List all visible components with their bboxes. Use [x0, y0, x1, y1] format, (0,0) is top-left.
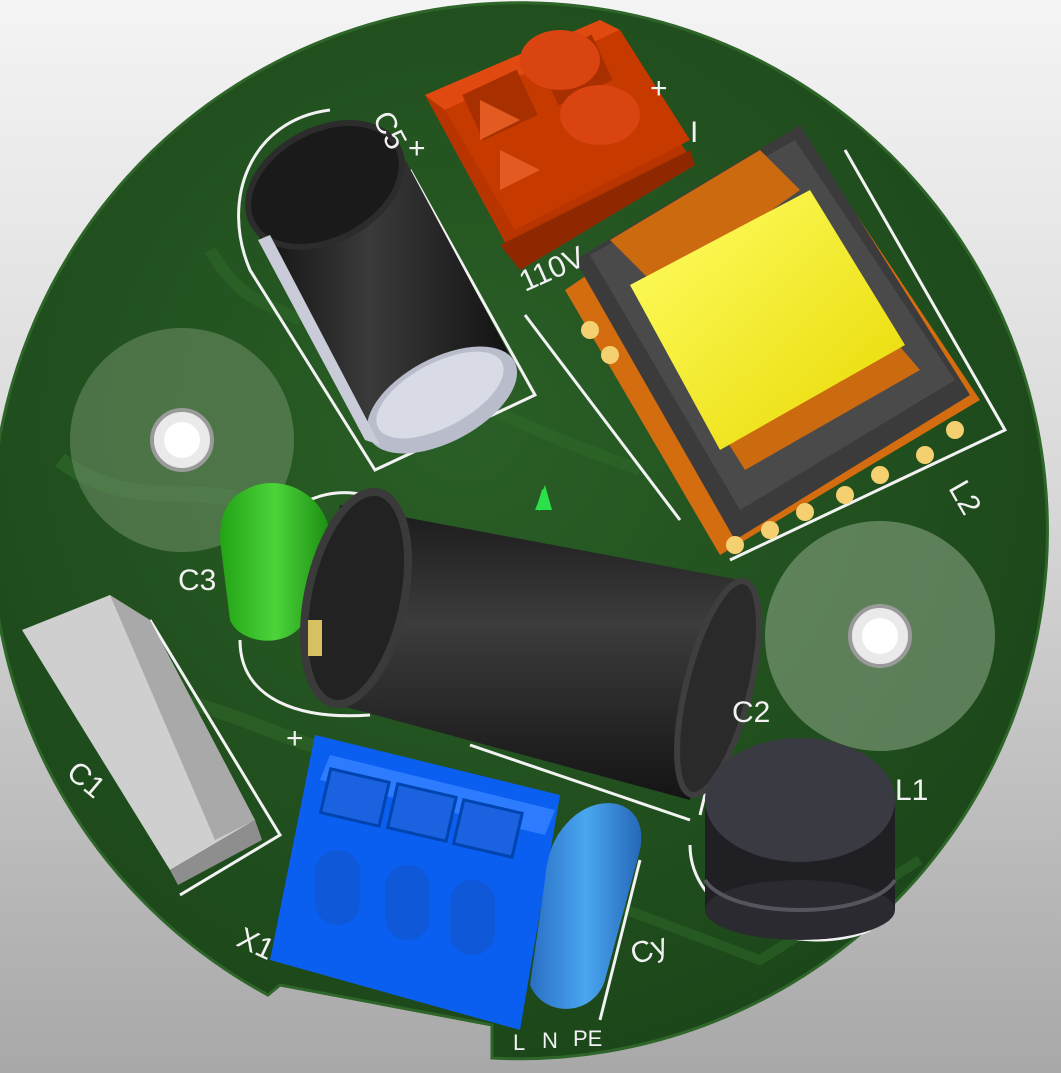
marking-minus-out: I	[690, 116, 698, 149]
marking-plus-out: +	[650, 72, 668, 105]
refdes-l1: L1	[895, 774, 928, 807]
refdes-c3: C3	[178, 564, 216, 597]
inductor-l1	[703, 738, 897, 940]
terminal-label-pe: PE	[573, 1026, 602, 1051]
marking-plus-c2: +	[286, 722, 304, 755]
pcb-render: C5 + + I 110V C3 C1 C2 + L1 L2 Cy X1 L N…	[0, 1, 1049, 1061]
refdes-c2: C2	[732, 696, 770, 729]
terminal-label-n: N	[542, 1028, 558, 1053]
mounting-pad-right	[765, 521, 995, 751]
marking-plus-c5: +	[408, 132, 426, 165]
terminal-label-l: L	[513, 1030, 525, 1055]
